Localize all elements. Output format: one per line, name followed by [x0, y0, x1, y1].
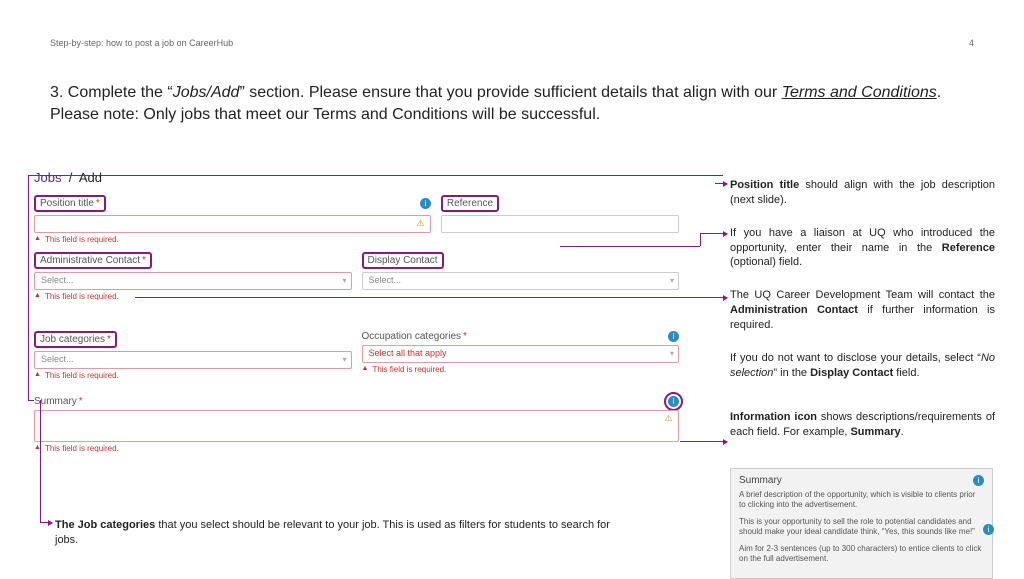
- connector-line: [40, 400, 41, 522]
- warning-icon: ⚠: [415, 218, 426, 229]
- note-text: (optional) field.: [730, 256, 802, 268]
- warning-icon: ⚠: [663, 413, 674, 424]
- step-heading: 3. Complete the “Jobs/Add” section. Plea…: [50, 82, 974, 125]
- chevron-down-icon: ▾: [670, 349, 674, 358]
- page-number: 4: [969, 38, 974, 48]
- annotation-column: Position title should align with the job…: [730, 178, 995, 458]
- breadcrumb-root[interactable]: Jobs: [34, 170, 61, 185]
- breadcrumb-sep: /: [65, 170, 76, 185]
- connector-line: [28, 400, 34, 401]
- occupation-categories-error: This field is required.: [362, 365, 680, 374]
- tooltip-line2: This is your opportunity to sell the rol…: [739, 517, 984, 538]
- connector-line: [28, 175, 29, 400]
- terms-link[interactable]: Terms and Conditions: [782, 84, 937, 101]
- summary-label: Summary: [34, 396, 83, 407]
- note-text: The UQ Career Development Team will cont…: [730, 289, 995, 301]
- note-admin-contact: The UQ Career Development Team will cont…: [730, 288, 995, 333]
- note-position-title: Position title should align with the job…: [730, 178, 995, 208]
- breadcrumb-current: Add: [79, 170, 102, 185]
- jobs-add-token: Jobs/Add: [173, 84, 240, 101]
- tooltip-title: Summary: [739, 475, 782, 486]
- info-icon: i: [983, 524, 994, 535]
- note-job-categories: The Job categories that you select shoul…: [55, 518, 635, 548]
- admin-contact-select[interactable]: Select... ▾: [34, 272, 352, 290]
- info-icon: i: [973, 475, 984, 486]
- occupation-categories-label: Occupation categories: [362, 331, 467, 342]
- position-title-label: Position title: [34, 195, 106, 212]
- breadcrumb: Jobs / Add: [34, 170, 679, 185]
- connector-line: [560, 246, 700, 247]
- job-categories-select[interactable]: Select... ▾: [34, 351, 352, 369]
- occupation-categories-placeholder: Select all that apply: [369, 348, 447, 358]
- summary-textarea[interactable]: ⚠: [34, 410, 679, 442]
- connector-arrow: [700, 233, 727, 234]
- info-icon[interactable]: i: [668, 331, 679, 342]
- chevron-down-icon: ▾: [670, 276, 674, 285]
- summary-tooltip: Summary i A brief description of the opp…: [730, 468, 993, 579]
- connector-arrow: [40, 522, 52, 523]
- info-icon[interactable]: i: [668, 396, 679, 407]
- chevron-down-icon: ▾: [342, 276, 346, 285]
- jobs-add-form: Jobs / Add Position title i ⚠ This field…: [34, 170, 679, 453]
- job-categories-label: Job categories: [34, 331, 117, 348]
- tooltip-line1: A brief description of the opportunity, …: [739, 490, 984, 511]
- note-display-contact: If you do not want to disclose your deta…: [730, 351, 995, 381]
- note-text: ” in the: [773, 367, 810, 379]
- connector-arrow: [135, 297, 727, 298]
- admin-contact-placeholder: Select...: [41, 275, 74, 285]
- info-icon[interactable]: i: [420, 198, 431, 209]
- connector-line: [700, 233, 701, 246]
- chevron-down-icon: ▾: [342, 355, 346, 364]
- summary-error: This field is required.: [34, 444, 679, 453]
- note-reference: If you have a liaison at UQ who introduc…: [730, 226, 995, 271]
- connector-line: [28, 175, 723, 176]
- note-key: Reference: [942, 242, 995, 254]
- note-text: .: [901, 426, 904, 438]
- note-key: Display Contact: [810, 367, 893, 379]
- connector-arrow: [715, 183, 727, 184]
- step-heading-prefix: 3. Complete the “: [50, 84, 173, 101]
- note-info-icon: Information icon shows descriptions/requ…: [730, 410, 995, 440]
- job-categories-placeholder: Select...: [41, 354, 74, 364]
- doc-title: Step-by-step: how to post a job on Caree…: [50, 38, 233, 48]
- display-contact-label: Display Contact: [362, 252, 444, 269]
- note-key: Information icon: [730, 411, 817, 423]
- reference-label: Reference: [441, 195, 499, 212]
- note-key: Summary: [850, 426, 900, 438]
- position-title-error: This field is required.: [34, 235, 431, 244]
- connector-arrow: [680, 441, 727, 442]
- display-contact-placeholder: Select...: [369, 275, 402, 285]
- note-key: Administration Contact: [730, 304, 858, 316]
- position-title-input[interactable]: ⚠: [34, 215, 431, 233]
- step-heading-mid: ” section. Please ensure that you provid…: [239, 84, 781, 101]
- note-key: Position title: [730, 179, 799, 191]
- tooltip-line3: Aim for 2-3 sentences (up to 300 charact…: [739, 544, 984, 565]
- note-key: The Job categories: [55, 519, 155, 531]
- job-categories-error: This field is required.: [34, 371, 352, 380]
- occupation-categories-select[interactable]: Select all that apply ▾: [362, 345, 680, 363]
- note-text: field.: [893, 367, 919, 379]
- admin-contact-label: Administrative Contact: [34, 252, 152, 269]
- display-contact-select[interactable]: Select... ▾: [362, 272, 680, 290]
- note-text: If you do not want to disclose your deta…: [730, 352, 981, 364]
- reference-input[interactable]: [441, 215, 679, 233]
